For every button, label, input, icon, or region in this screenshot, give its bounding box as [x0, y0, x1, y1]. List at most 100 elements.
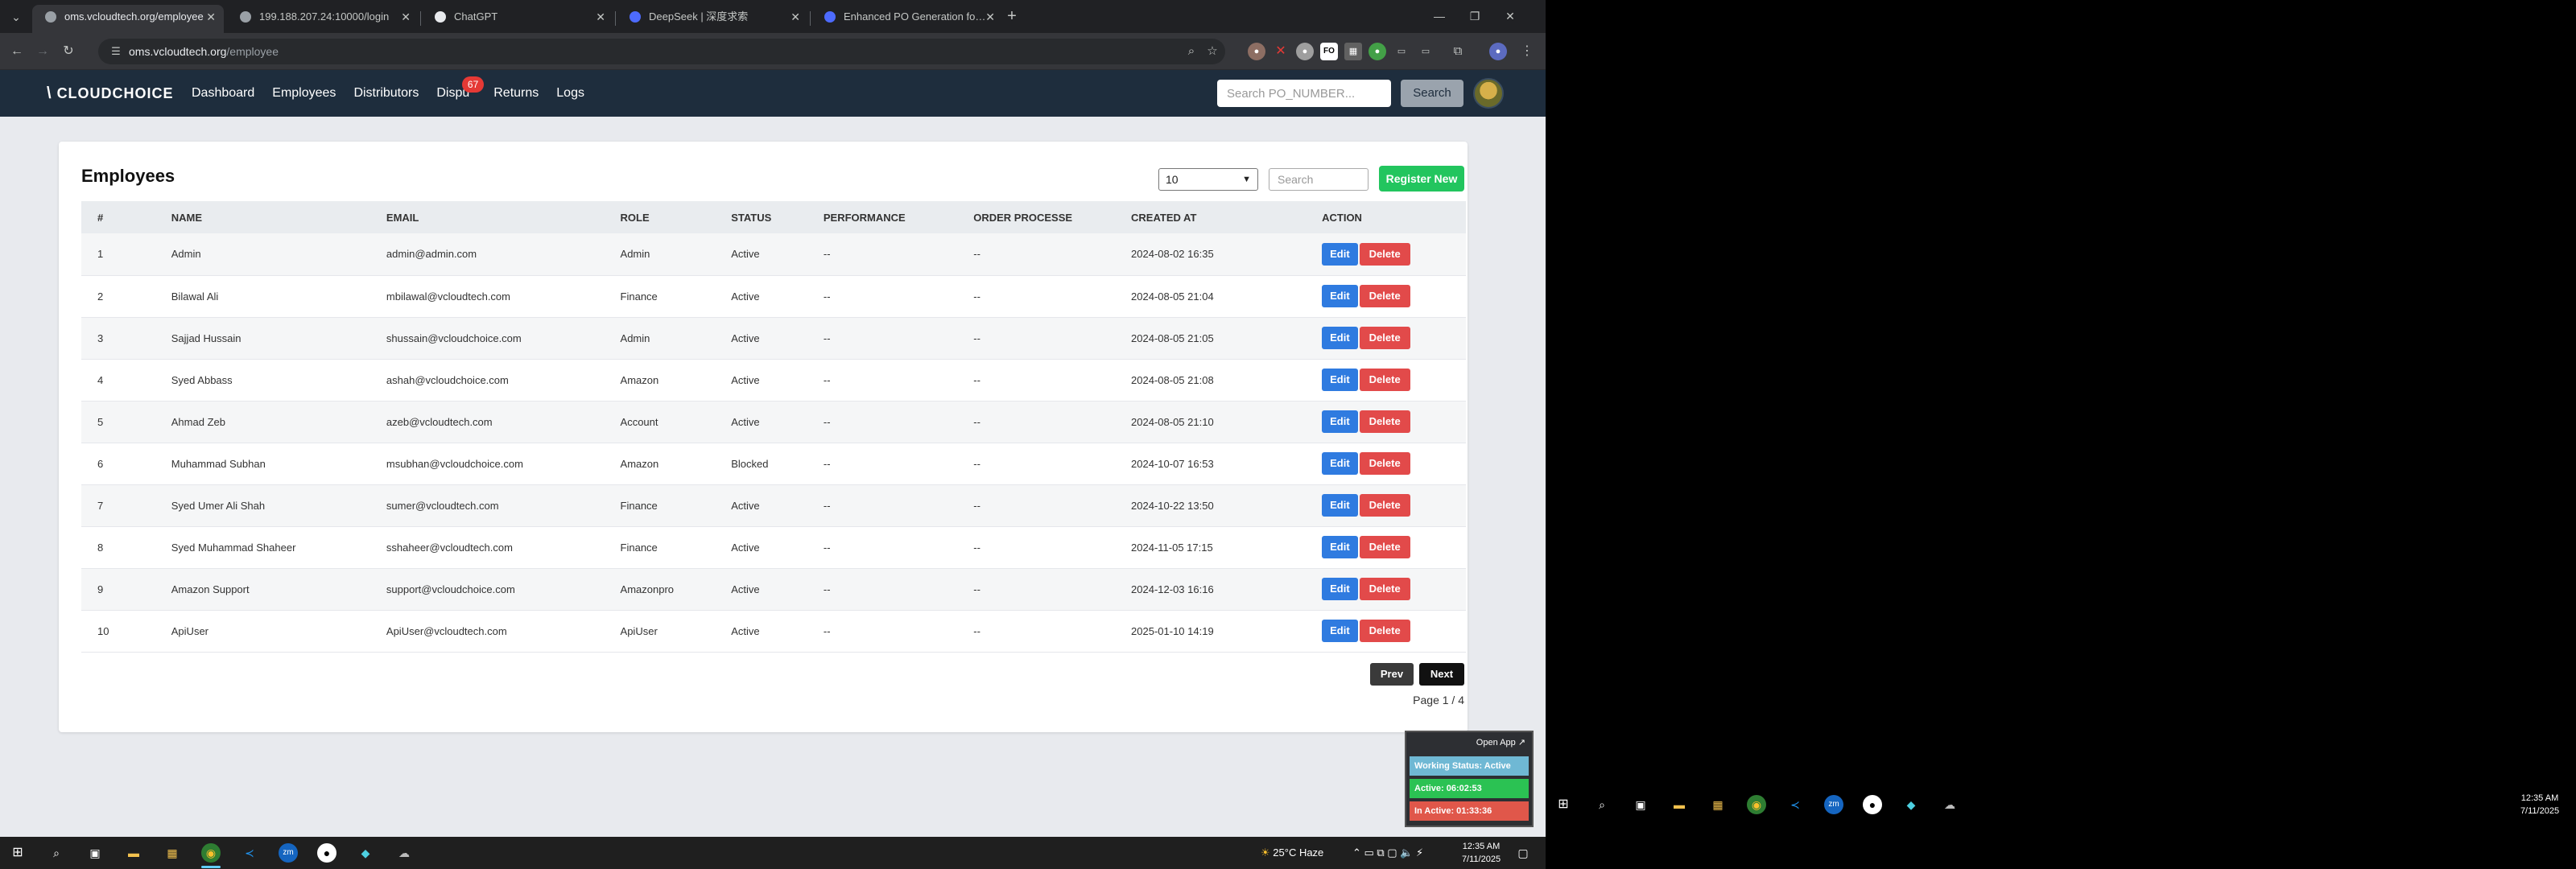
secondary-app-icon-3[interactable]: ☁ [1940, 795, 1959, 814]
site-logo[interactable]: \ CLOUDCHOICE [47, 83, 174, 104]
tab-search-icon[interactable]: ⌄ [6, 7, 26, 27]
delete-button[interactable]: Delete [1359, 452, 1410, 475]
browser-tab[interactable]: 199.188.207.24:10000/login ✕ [227, 5, 419, 33]
tab-close-icon[interactable]: ✕ [596, 5, 605, 29]
tab-close-icon[interactable]: ✕ [791, 5, 800, 29]
po-search-input[interactable] [1217, 80, 1391, 107]
site-info-icon[interactable]: ☰ [108, 43, 124, 60]
browser-tab[interactable]: Enhanced PO Generation for M ✕ [811, 5, 1003, 33]
nav-link-dashboard[interactable]: Dashboard [192, 86, 254, 101]
extension-icon-6[interactable]: ● [1368, 43, 1386, 60]
delete-button[interactable]: Delete [1359, 369, 1410, 391]
forward-icon[interactable]: → [32, 41, 53, 62]
next-page-button[interactable]: Next [1419, 663, 1464, 686]
reload-icon[interactable]: ↻ [58, 41, 79, 62]
tab-close-icon[interactable]: ✕ [985, 5, 995, 29]
delete-button[interactable]: Delete [1359, 578, 1410, 600]
app-icon-1[interactable]: ● [317, 843, 336, 863]
secondary-vscode-icon[interactable]: ≺ [1785, 795, 1805, 814]
start-windows-icon[interactable]: ⊞ [8, 843, 27, 863]
new-tab-icon[interactable]: + [1002, 6, 1022, 26]
delete-button[interactable]: Delete [1359, 242, 1410, 266]
store-icon[interactable]: ▦ [163, 843, 182, 863]
delete-button[interactable]: Delete [1359, 494, 1410, 517]
extension-icon-3[interactable]: ● [1296, 43, 1314, 60]
tab-close-icon[interactable]: ✕ [206, 5, 216, 29]
tray-icons[interactable]: ⌃ ▭ ⧉ ▢ 🔈 ⚡ [1352, 837, 1423, 869]
extensions-puzzle-icon[interactable]: ⧉ [1449, 43, 1467, 60]
app-icon-3[interactable]: ☁ [394, 843, 414, 863]
edit-button[interactable]: Edit [1322, 578, 1358, 600]
secondary-app-icon-2[interactable]: ◆ [1901, 795, 1921, 814]
url-text: oms.vcloudtech.org/employee [129, 45, 279, 58]
prev-page-button[interactable]: Prev [1370, 663, 1414, 686]
delete-button[interactable]: Delete [1359, 620, 1410, 642]
nav-link-distributors[interactable]: Distributors [353, 86, 419, 101]
extension-icon-2[interactable]: ✕ [1272, 43, 1290, 60]
table-search-input[interactable] [1269, 168, 1368, 191]
edit-button[interactable]: Edit [1322, 327, 1358, 349]
delete-button[interactable]: Delete [1359, 285, 1410, 307]
browser-tab[interactable]: ChatGPT ✕ [422, 5, 613, 33]
system-clock[interactable]: 12:35 AM 7/11/2025 [1457, 840, 1505, 866]
nav-link-dispu[interactable]: Dispu 67 [436, 76, 485, 101]
per-page-select[interactable]: 10 ▼ [1158, 168, 1258, 191]
secondary-task-view-icon[interactable]: ▣ [1631, 795, 1650, 814]
edit-button[interactable]: Edit [1322, 242, 1358, 266]
user-avatar[interactable] [1473, 78, 1504, 109]
weather-widget[interactable]: ☀ 25°C Haze [1261, 837, 1323, 869]
minimize-icon[interactable]: — [1425, 5, 1454, 27]
delete-button[interactable]: Delete [1359, 410, 1410, 433]
edit-button[interactable]: Edit [1322, 285, 1358, 307]
extension-icon-8[interactable]: ▭ [1417, 43, 1435, 60]
tab-close-icon[interactable]: ✕ [401, 5, 411, 29]
bookmark-star-icon[interactable]: ☆ [1204, 43, 1220, 60]
browser-tab[interactable]: DeepSeek | 深度求索 ✕ [617, 5, 808, 33]
app-icon-2[interactable]: ◆ [356, 843, 375, 863]
nav-link-logs[interactable]: Logs [556, 86, 584, 101]
secondary-start-icon[interactable]: ⊞ [1554, 795, 1573, 814]
address-bar[interactable]: ☰ oms.vcloudtech.org/employee ⌕ ☆ [98, 39, 1225, 64]
edit-button[interactable]: Edit [1322, 410, 1358, 433]
open-app-link[interactable]: Open App ↗ [1476, 737, 1525, 748]
edit-button[interactable]: Edit [1322, 536, 1358, 558]
vscode-icon[interactable]: ≺ [240, 843, 259, 863]
table-cell: ApiUser [171, 624, 209, 637]
edit-button[interactable]: Edit [1322, 452, 1358, 475]
delete-button[interactable]: Delete [1359, 327, 1410, 349]
chrome-icon[interactable]: ◉ [201, 843, 221, 863]
extension-icon-4[interactable]: FO [1320, 43, 1338, 60]
nav-link-employees[interactable]: Employees [272, 86, 336, 101]
browser-tab[interactable]: oms.vcloudtech.org/employee ✕ [32, 5, 224, 33]
secondary-store-icon[interactable]: ▦ [1708, 795, 1728, 814]
register-new-button[interactable]: Register New [1379, 166, 1464, 192]
table-row: 8 Syed Muhammad Shaheer sshaheer@vcloudtec… [81, 526, 1466, 568]
extension-icon-7[interactable]: ▭ [1393, 43, 1410, 60]
secondary-chrome-icon[interactable]: ◉ [1747, 795, 1766, 814]
edit-button[interactable]: Edit [1322, 369, 1358, 391]
close-window-icon[interactable]: ✕ [1496, 5, 1525, 27]
notification-icon[interactable]: ▢ [1513, 843, 1533, 863]
delete-button[interactable]: Delete [1359, 536, 1410, 558]
taskbar-search-icon[interactable]: ⌕ [47, 843, 66, 863]
edit-button[interactable]: Edit [1322, 494, 1358, 517]
task-view-icon[interactable]: ▣ [85, 843, 105, 863]
secondary-search-icon[interactable]: ⌕ [1592, 795, 1612, 814]
action-cell: Edit Delete [1306, 359, 1466, 401]
edit-button[interactable]: Edit [1322, 620, 1358, 642]
zoom-app-icon[interactable]: zm [279, 843, 298, 863]
zoom-icon[interactable]: ⌕ [1183, 43, 1199, 60]
profile-icon[interactable]: ● [1489, 43, 1507, 60]
secondary-app-icon-1[interactable]: ● [1863, 795, 1882, 814]
secondary-file-explorer-icon[interactable]: ▬ [1670, 795, 1689, 814]
po-search-button[interactable]: Search [1401, 80, 1463, 107]
extension-icon-5[interactable]: ▦ [1344, 43, 1362, 60]
extension-icon-1[interactable]: ● [1248, 43, 1265, 60]
chrome-menu-icon[interactable]: ⋮ [1518, 43, 1536, 60]
restore-icon[interactable]: ❐ [1460, 5, 1489, 27]
file-explorer-icon[interactable]: ▬ [124, 843, 143, 863]
secondary-clock[interactable]: 12:35 AM 7/11/2025 [2512, 792, 2568, 818]
back-icon[interactable]: ← [6, 41, 27, 62]
secondary-zoom-icon[interactable]: zm [1824, 795, 1843, 814]
nav-link-returns[interactable]: Returns [493, 86, 539, 101]
